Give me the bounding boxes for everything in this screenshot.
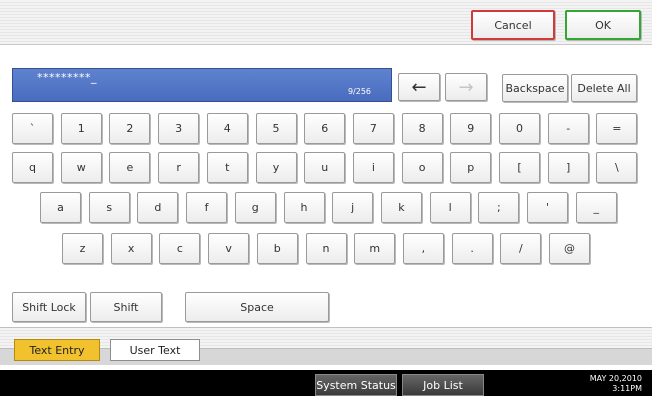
date-time: MAY 20,2010 3:11PM <box>566 374 642 394</box>
entry-value: *********_ <box>37 71 97 84</box>
key-row3-5[interactable]: h <box>283 192 325 223</box>
key-row4-1[interactable]: x <box>110 233 152 264</box>
key-row3-1[interactable]: s <box>88 192 130 223</box>
key-row1-8[interactable]: 8 <box>401 113 443 144</box>
left-arrow-icon: ← <box>411 76 427 98</box>
key-row1-10[interactable]: 0 <box>499 113 540 144</box>
key-row1-0[interactable]: ` <box>12 113 53 144</box>
key-row4-6[interactable]: m <box>354 233 396 264</box>
key-row4-3[interactable]: v <box>208 233 250 264</box>
key-row3-9[interactable]: ; <box>478 192 520 223</box>
key-row2-2[interactable]: e <box>109 152 151 183</box>
cancel-button[interactable]: Cancel <box>471 10 555 40</box>
key-row4-2[interactable]: c <box>159 233 201 264</box>
key-row2-11[interactable]: ] <box>547 152 589 183</box>
key-row4-4[interactable]: b <box>256 233 298 264</box>
key-row4-9[interactable]: / <box>500 233 542 264</box>
time-text: 3:11PM <box>612 384 642 393</box>
key-row1-3[interactable]: 3 <box>158 113 200 144</box>
key-row2-7[interactable]: i <box>352 152 394 183</box>
key-row3-8[interactable]: l <box>429 192 471 223</box>
key-row2-9[interactable]: p <box>450 152 492 183</box>
key-row4-8[interactable]: . <box>451 233 493 264</box>
key-row2-6[interactable]: u <box>304 152 346 183</box>
key-row1-5[interactable]: 5 <box>255 113 297 144</box>
shift-lock-button[interactable]: Shift Lock <box>12 292 86 322</box>
key-row3-0[interactable]: a <box>40 192 81 223</box>
date-text: MAY 20,2010 <box>589 374 642 383</box>
key-row4-0[interactable]: z <box>62 233 103 264</box>
key-row2-10[interactable]: [ <box>499 152 540 183</box>
cursor-left-button[interactable]: ← <box>398 73 440 101</box>
key-row3-10[interactable]: ' <box>527 192 568 223</box>
cursor-right-button[interactable]: → <box>445 73 487 101</box>
character-counter: 9/256 <box>347 87 371 96</box>
key-row3-2[interactable]: d <box>137 192 179 223</box>
key-row1-7[interactable]: 7 <box>352 113 394 144</box>
key-row2-8[interactable]: o <box>401 152 443 183</box>
tab-text-entry[interactable]: Text Entry <box>14 339 100 361</box>
key-row2-4[interactable]: t <box>206 152 248 183</box>
key-row3-3[interactable]: f <box>186 192 228 223</box>
key-row1-11[interactable]: - <box>547 113 589 144</box>
key-row1-2[interactable]: 2 <box>109 113 151 144</box>
key-row1-6[interactable]: 6 <box>304 113 346 144</box>
tab-user-text[interactable]: User Text <box>110 339 200 361</box>
key-row4-10[interactable]: @ <box>549 233 590 264</box>
key-row2-12[interactable]: \ <box>596 152 638 183</box>
system-status-button[interactable]: System Status <box>315 374 397 396</box>
key-row2-3[interactable]: r <box>158 152 200 183</box>
key-row1-1[interactable]: 1 <box>60 113 102 144</box>
job-list-button[interactable]: Job List <box>402 374 484 396</box>
delete-all-button[interactable]: Delete All <box>571 74 637 102</box>
key-row3-6[interactable]: j <box>332 192 374 223</box>
key-row3-4[interactable]: g <box>234 192 276 223</box>
key-row1-12[interactable]: = <box>596 113 638 144</box>
key-row1-4[interactable]: 4 <box>206 113 248 144</box>
key-row2-1[interactable]: w <box>60 152 102 183</box>
key-row3-11[interactable]: _ <box>575 192 617 223</box>
shift-button[interactable]: Shift <box>90 292 162 322</box>
text-entry-field[interactable]: *********_ 9/256 <box>12 68 392 102</box>
space-button[interactable]: Space <box>185 292 329 322</box>
right-arrow-icon: → <box>458 76 474 98</box>
ok-button[interactable]: OK <box>565 10 641 40</box>
key-row4-5[interactable]: n <box>305 233 347 264</box>
key-row2-5[interactable]: y <box>255 152 297 183</box>
key-row1-9[interactable]: 9 <box>450 113 492 144</box>
key-row2-0[interactable]: q <box>12 152 53 183</box>
key-row4-7[interactable]: , <box>402 233 444 264</box>
key-row3-7[interactable]: k <box>380 192 422 223</box>
backspace-button[interactable]: Backspace <box>502 74 568 102</box>
